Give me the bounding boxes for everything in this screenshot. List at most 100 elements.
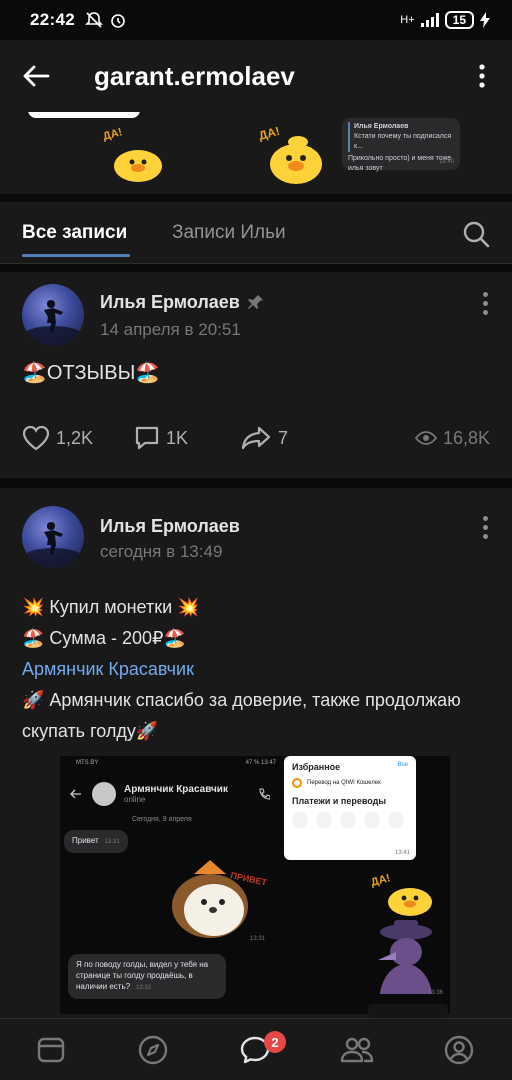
heart-icon xyxy=(22,425,50,451)
post-actions: 1,2K 1K 7 16,8K xyxy=(0,418,512,458)
quote-text: Кстати почему ты подписался к... xyxy=(354,133,452,150)
message-text: Привет xyxy=(72,836,99,845)
tab-all-posts[interactable]: Все записи xyxy=(22,222,127,244)
post-line: 🚀 Армянчик спасибо за доверие, также про… xyxy=(22,690,461,741)
photo-carrier: MTS.BY xyxy=(76,760,99,766)
comment-icon xyxy=(135,426,159,450)
search-icon xyxy=(463,221,490,248)
chat-message: Привет 13:31 xyxy=(64,830,128,853)
duck-sticker: ДА! xyxy=(370,872,432,916)
search-button[interactable] xyxy=(462,220,490,253)
avatar-figure-icon xyxy=(23,300,83,346)
post-menu-button[interactable] xyxy=(480,516,490,539)
arrow-left-icon xyxy=(23,65,50,87)
hedgehog-sticker-time: 13:31 xyxy=(250,936,266,942)
message-time: 13:31 xyxy=(104,839,120,845)
qiwi-wallet-screenshot: Избранное Все Перевод на QIWI Кошелек Пла… xyxy=(284,756,416,860)
chat-avatar xyxy=(92,782,116,806)
qiwi-icon-row xyxy=(292,812,408,828)
phone-icon xyxy=(259,788,270,800)
battery-level: 15 xyxy=(444,11,474,29)
status-bar: 22:42 H+ 15 xyxy=(0,0,512,40)
post-line: 🏖️ Сумма - 200₽🏖️ xyxy=(22,628,186,648)
nav-news-button[interactable] xyxy=(34,1033,68,1067)
duck-sticker-large: ДА! xyxy=(257,124,322,184)
share-button[interactable]: 7 xyxy=(240,425,288,451)
qiwi-transfer-label: Перевод на QIWI Кошелек xyxy=(307,780,381,786)
post-text: 💥 Купил монетки 💥 🏖️ Сумма - 200₽🏖️ Армя… xyxy=(22,592,492,747)
quoted-message-card: Илья Ермолаев Кстати почему ты подписалс… xyxy=(342,118,460,172)
status-time: 22:42 xyxy=(30,10,75,29)
share-icon xyxy=(241,426,271,450)
chat-online-status: online xyxy=(124,795,146,804)
quote-author: Илья Ермолаев xyxy=(354,123,409,130)
wall-tabs: Все записи Записи Ильи xyxy=(0,202,512,264)
post-menu-button[interactable] xyxy=(480,292,490,315)
post-line: 💥 Купил монетки 💥 xyxy=(22,597,200,617)
nav-discover-button[interactable] xyxy=(136,1033,170,1067)
nav-friends-button[interactable] xyxy=(340,1033,374,1067)
chat-header: Армянчик Красавчик online xyxy=(64,772,274,816)
qiwi-favorites-title: Избранное xyxy=(292,762,341,772)
pin-icon xyxy=(248,295,263,309)
comment-count: 1K xyxy=(166,427,189,448)
photo-clock: 47 % 13:47 xyxy=(245,760,276,766)
wall-post: Илья Ермолаев 14 апреля в 20:51 🏖️ОТЗЫВЫ… xyxy=(0,272,512,478)
signal-icon xyxy=(420,13,439,27)
unread-badge: 2 xyxy=(264,1031,286,1053)
duck-sticker: ДА! xyxy=(102,126,162,182)
qiwi-time: 13:41 xyxy=(394,850,410,856)
qiwi-all-link: Все xyxy=(397,762,408,768)
wall-post: Илья Ермолаев сегодня в 13:49 💥 Купил мо… xyxy=(0,488,512,1018)
tab-author-posts[interactable]: Записи Ильи xyxy=(172,222,286,244)
avatar[interactable] xyxy=(22,284,84,346)
post-date[interactable]: сегодня в 13:49 xyxy=(100,542,222,562)
network-type: H+ xyxy=(400,14,415,26)
compass-icon xyxy=(138,1035,168,1065)
profile-icon xyxy=(444,1035,474,1065)
qiwi-payments-title: Платежи и переводы xyxy=(292,796,387,806)
more-options-button[interactable] xyxy=(452,64,512,88)
post-text: 🏖️ОТЗЫВЫ🏖️ xyxy=(22,362,161,384)
post-photo-attachment[interactable]: MTS.BY 47 % 13:47 Армянчик Красавчик onl… xyxy=(60,756,450,1014)
card-time: 18:40 xyxy=(438,159,454,165)
plague-sticker-time: 13:36 xyxy=(428,990,444,996)
qiwi-logo-icon xyxy=(292,778,302,788)
like-button[interactable]: 1,2K xyxy=(22,425,93,451)
duck-sticker-text: ДА! xyxy=(370,872,392,889)
chat-title: Армянчик Красавчик xyxy=(124,784,228,795)
view-counter: 16,8K xyxy=(414,427,490,449)
post-author[interactable]: Илья Ермолаев xyxy=(100,516,240,537)
date-separator: Сегодня, 9 апреля xyxy=(132,816,192,823)
photo-status-bar: MTS.BY 47 % 13:47 xyxy=(76,760,276,766)
app-header: garant.ermolaev xyxy=(0,40,512,112)
avatar[interactable] xyxy=(22,506,84,568)
chat-message: Я по поводу голды, видел у тебя на стран… xyxy=(68,954,226,999)
page-title: garant.ermolaev xyxy=(94,60,295,91)
back-button[interactable] xyxy=(0,40,72,112)
more-vertical-icon xyxy=(479,64,485,88)
muted-notifications-icon xyxy=(85,12,103,28)
redacted-area xyxy=(368,1004,448,1018)
bottom-navigation: 2 xyxy=(0,1018,512,1080)
post-author[interactable]: Илья Ермолаев xyxy=(100,292,240,313)
post-date[interactable]: 14 апреля в 20:51 xyxy=(100,320,241,340)
plague-doctor-sticker: 13:36 xyxy=(378,920,444,996)
mention-link[interactable]: Армянчик Красавчик xyxy=(22,654,492,685)
avatar-figure-icon xyxy=(23,522,83,568)
alarm-icon xyxy=(111,14,125,28)
comment-button[interactable]: 1K xyxy=(134,425,188,451)
arrow-left-icon xyxy=(70,789,81,799)
hedgehog-sticker: ПРИВЕТ 13:31 xyxy=(172,860,268,942)
charging-icon xyxy=(480,12,490,28)
active-tab-indicator xyxy=(22,254,130,257)
message-time: 13:32 xyxy=(136,985,152,991)
previous-post-attachment[interactable]: ДА! ДА! Илья Ермолаев Кстати почему ты п… xyxy=(0,112,512,194)
eye-icon xyxy=(414,431,437,445)
friends-icon xyxy=(340,1037,374,1063)
share-count: 7 xyxy=(278,427,289,448)
like-count: 1,2K xyxy=(56,427,94,448)
sticker-label: ДА! xyxy=(102,126,124,143)
nav-profile-button[interactable] xyxy=(442,1033,476,1067)
view-count: 16,8K xyxy=(442,427,490,448)
